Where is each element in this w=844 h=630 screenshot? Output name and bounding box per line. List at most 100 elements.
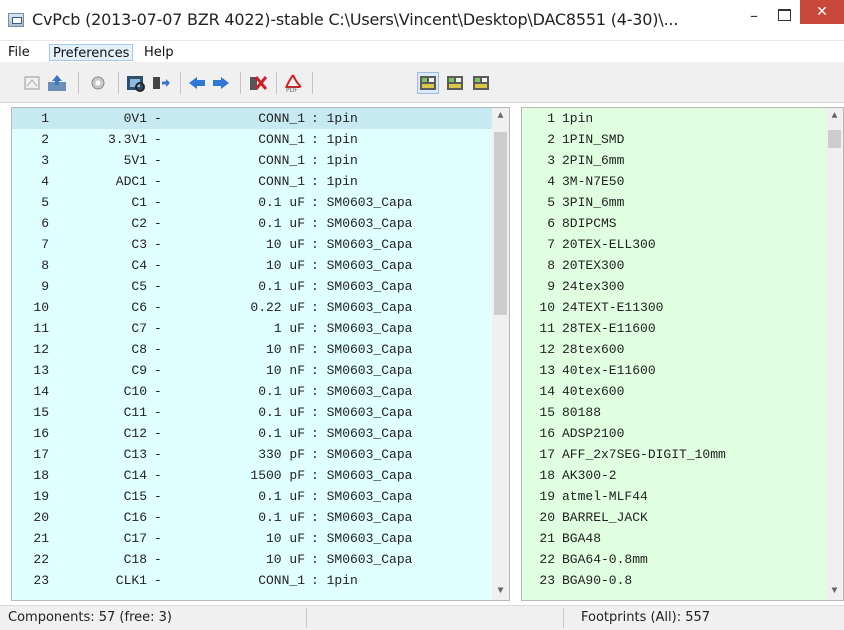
separator-dash: - xyxy=(154,300,162,315)
table-row[interactable]: 13 C9- 10 nF: SM0603_Capa xyxy=(12,360,492,381)
previous-icon[interactable] xyxy=(186,72,208,94)
menu-file[interactable]: File xyxy=(5,44,33,61)
delete-associations-icon[interactable] xyxy=(247,72,269,94)
menu-help[interactable]: Help xyxy=(141,44,177,61)
footprint-name: 24TEXT-E11300 xyxy=(562,300,664,315)
row-number: 11 xyxy=(539,321,555,336)
table-row[interactable]: 12 C8- 10 nF: SM0603_Capa xyxy=(12,339,492,360)
scroll-thumb[interactable] xyxy=(828,130,841,148)
table-row[interactable]: 5 C1- 0.1 uF: SM0603_Capa xyxy=(12,192,492,213)
table-row[interactable]: 6 C2- 0.1 uF: SM0603_Capa xyxy=(12,213,492,234)
minimize-button[interactable]: – xyxy=(740,2,768,28)
list-item[interactable]: 5 3PIN_6mm xyxy=(522,192,827,213)
auto-associate-icon[interactable] xyxy=(150,72,172,94)
table-row[interactable]: 3 5V1- CONN_1: 1pin xyxy=(12,150,492,171)
component-footprint: : SM0603_Capa xyxy=(311,405,413,420)
table-row[interactable]: 22 C18- 10 uF: SM0603_Capa xyxy=(12,549,492,570)
select-footprint-editor-icon[interactable] xyxy=(21,72,43,94)
component-reference: C13 xyxy=(123,447,147,462)
view-footprint-icon[interactable] xyxy=(125,72,147,94)
footprint-name: 1PIN_SMD xyxy=(562,132,625,147)
list-item[interactable]: 17 AFF_2x7SEG-DIGIT_10mm xyxy=(522,444,827,465)
table-row[interactable]: 23 CLK1- CONN_1: 1pin xyxy=(12,570,492,591)
component-footprint: : SM0603_Capa xyxy=(311,195,413,210)
save-icon[interactable] xyxy=(46,72,68,94)
list-item[interactable]: 1 1pin xyxy=(522,108,827,129)
close-button[interactable]: ✕ xyxy=(800,0,844,24)
filter-keywords-icon[interactable] xyxy=(417,72,439,94)
components-list[interactable]: 1 0V1- CONN_1: 1pin 2 3.3V1- CONN_1: 1pin 3 5V1… xyxy=(11,107,510,601)
table-row[interactable]: 4 ADC1- CONN_1: 1pin xyxy=(12,171,492,192)
config-icon[interactable] xyxy=(87,72,109,94)
list-item[interactable]: 16 ADSP2100 xyxy=(522,423,827,444)
menu-preferences[interactable]: Preferences xyxy=(49,44,134,61)
scroll-up-icon[interactable]: ▲ xyxy=(826,108,843,125)
scroll-thumb[interactable] xyxy=(494,132,507,315)
next-icon[interactable] xyxy=(210,72,232,94)
list-item[interactable]: 2 1PIN_SMD xyxy=(522,129,827,150)
scroll-down-icon[interactable]: ▼ xyxy=(492,583,509,600)
list-item[interactable]: 11 28TEX-E11600 xyxy=(522,318,827,339)
table-row[interactable]: 8 C4- 10 uF: SM0603_Capa xyxy=(12,255,492,276)
component-footprint: : SM0603_Capa xyxy=(311,552,413,567)
table-row[interactable]: 20 C16- 0.1 uF: SM0603_Capa xyxy=(12,507,492,528)
components-scrollbar[interactable]: ▲ ▼ xyxy=(492,108,509,600)
component-value: 0.22 uF xyxy=(250,300,305,315)
list-item[interactable]: 19 atmel-MLF44 xyxy=(522,486,827,507)
component-reference: ADC1 xyxy=(115,174,147,189)
table-row[interactable]: 10 C6- 0.22 uF: SM0603_Capa xyxy=(12,297,492,318)
component-footprint: : SM0603_Capa xyxy=(311,447,413,462)
component-reference: 0V1 xyxy=(123,111,147,126)
component-value: 1 uF xyxy=(273,321,305,336)
separator-dash: - xyxy=(154,363,162,378)
list-item[interactable]: 12 28tex600 xyxy=(522,339,827,360)
title-bar[interactable]: CvPcb (2013-07-07 BZR 4022)-stable C:\Us… xyxy=(0,0,844,40)
list-item[interactable]: 9 24tex300 xyxy=(522,276,827,297)
list-item[interactable]: 13 40tex-E11600 xyxy=(522,360,827,381)
table-row[interactable]: 17 C13- 330 pF: SM0603_Capa xyxy=(12,444,492,465)
list-item[interactable]: 20 BARREL_JACK xyxy=(522,507,827,528)
component-footprint: : 1pin xyxy=(311,132,358,147)
list-item[interactable]: 3 2PIN_6mm xyxy=(522,150,827,171)
component-footprint: : SM0603_Capa xyxy=(311,468,413,483)
component-value: 10 uF xyxy=(265,552,305,567)
menu-bar: File Preferences Help xyxy=(0,40,844,63)
list-item[interactable]: 6 8DIPCMS xyxy=(522,213,827,234)
table-row[interactable]: 2 3.3V1- CONN_1: 1pin xyxy=(12,129,492,150)
scroll-up-icon[interactable]: ▲ xyxy=(492,108,509,125)
component-value: 10 uF xyxy=(265,258,305,273)
component-reference: C3 xyxy=(131,237,147,252)
table-row[interactable]: 18 C14- 1500 pF: SM0603_Capa xyxy=(12,465,492,486)
footprints-scrollbar[interactable]: ▲ ▼ xyxy=(826,108,843,600)
list-item[interactable]: 8 20TEX300 xyxy=(522,255,827,276)
table-row[interactable]: 9 C5- 0.1 uF: SM0603_Capa xyxy=(12,276,492,297)
list-item[interactable]: 18 AK300-2 xyxy=(522,465,827,486)
filter-library-icon[interactable] xyxy=(470,72,492,94)
list-item[interactable]: 22 BGA64-0.8mm xyxy=(522,549,827,570)
list-item[interactable]: 10 24TEXT-E11300 xyxy=(522,297,827,318)
list-item[interactable]: 21 BGA48 xyxy=(522,528,827,549)
separator-dash: - xyxy=(154,342,162,357)
list-item[interactable]: 15 80188 xyxy=(522,402,827,423)
filter-pin-count-icon[interactable] xyxy=(444,72,466,94)
component-reference: C7 xyxy=(131,321,147,336)
table-row[interactable]: 15 C11- 0.1 uF: SM0603_Capa xyxy=(12,402,492,423)
pdf-datasheet-icon[interactable]: PDF xyxy=(282,72,304,94)
table-row[interactable]: 1 0V1- CONN_1: 1pin xyxy=(12,108,492,129)
footprints-list[interactable]: 1 1pin 2 1PIN_SMD 3 2PIN_6mm 4 3M-N7E50 5 3PIN_6m… xyxy=(521,107,844,601)
scroll-down-icon[interactable]: ▼ xyxy=(826,583,843,600)
list-item[interactable]: 23 BGA90-0.8 xyxy=(522,570,827,591)
list-item[interactable]: 7 20TEX-ELL300 xyxy=(522,234,827,255)
table-row[interactable]: 11 C7- 1 uF: SM0603_Capa xyxy=(12,318,492,339)
footprint-name: 28tex600 xyxy=(562,342,625,357)
row-number: 7 xyxy=(547,237,555,252)
list-item[interactable]: 4 3M-N7E50 xyxy=(522,171,827,192)
footprint-name: atmel-MLF44 xyxy=(562,489,648,504)
maximize-button[interactable] xyxy=(770,2,798,28)
table-row[interactable]: 14 C10- 0.1 uF: SM0603_Capa xyxy=(12,381,492,402)
table-row[interactable]: 21 C17- 10 uF: SM0603_Capa xyxy=(12,528,492,549)
list-item[interactable]: 14 40tex600 xyxy=(522,381,827,402)
table-row[interactable]: 16 C12- 0.1 uF: SM0603_Capa xyxy=(12,423,492,444)
table-row[interactable]: 7 C3- 10 uF: SM0603_Capa xyxy=(12,234,492,255)
table-row[interactable]: 19 C15- 0.1 uF: SM0603_Capa xyxy=(12,486,492,507)
